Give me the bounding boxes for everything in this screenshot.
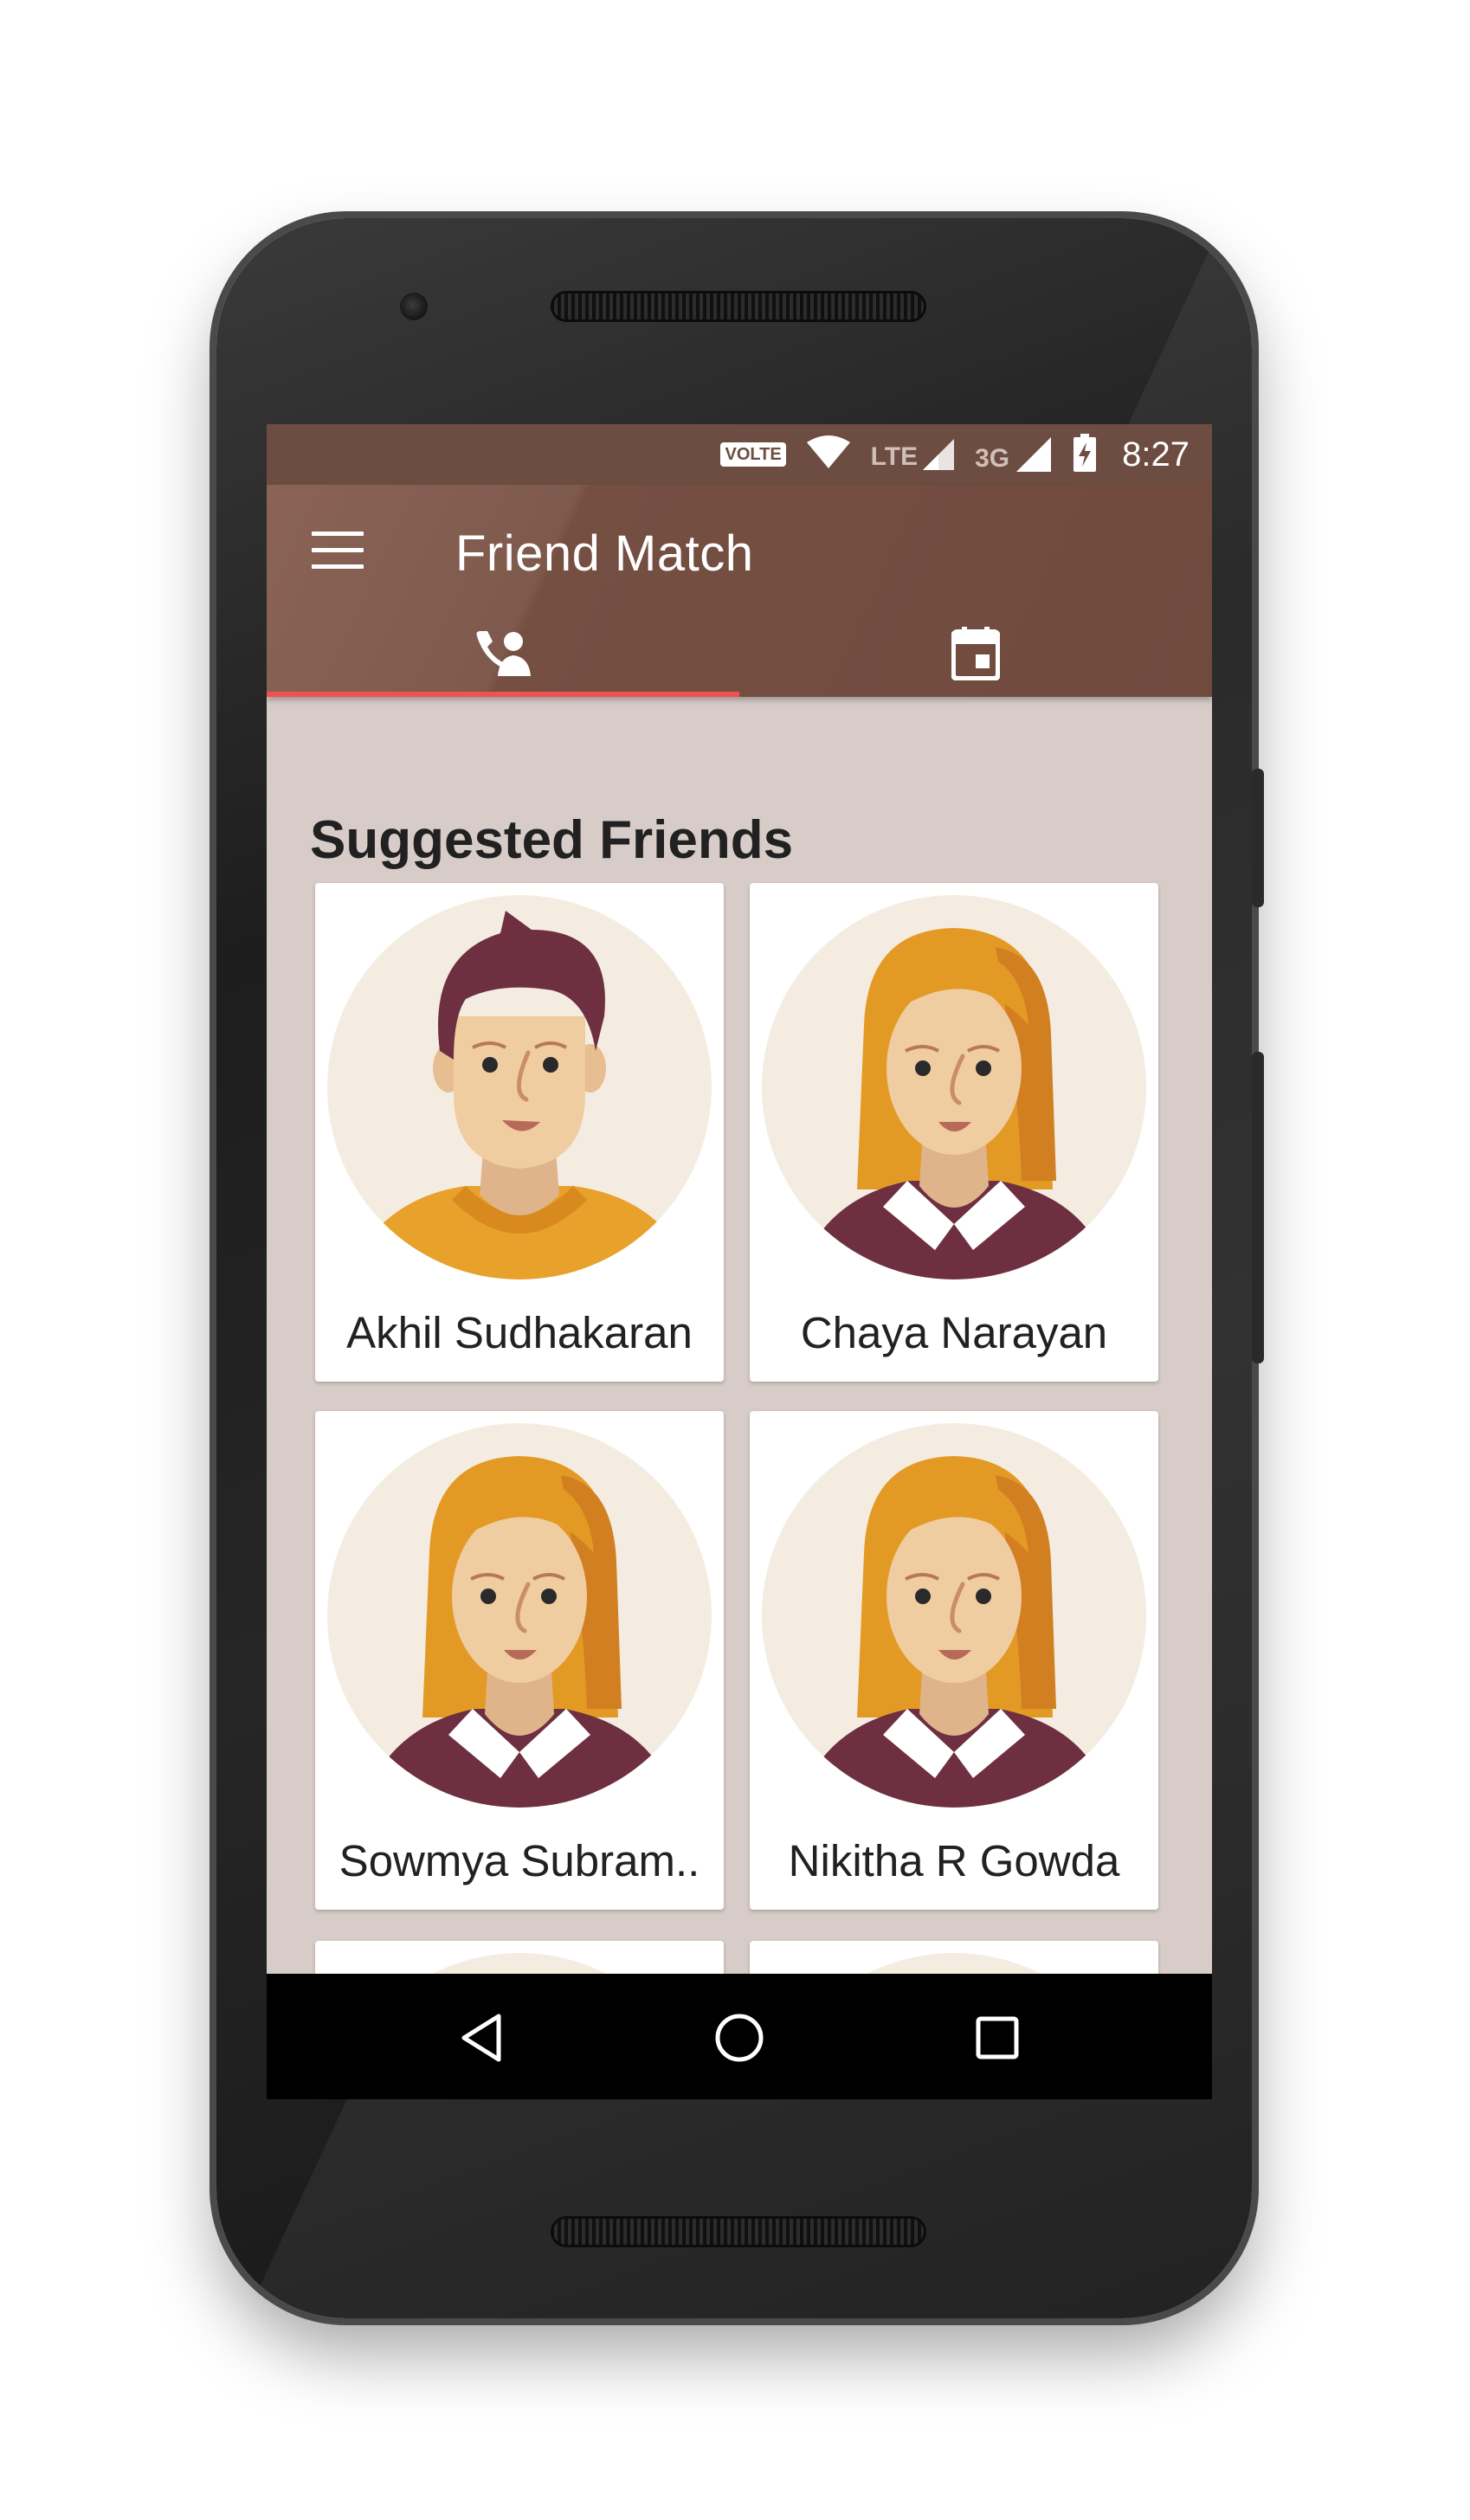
- app-bar: Friend Match: [267, 485, 1212, 697]
- status-bar: VOLTE LTE 3G 8:27: [267, 424, 1212, 485]
- 3g-signal-icon: 3G: [975, 435, 1053, 474]
- friend-name: Nikitha R Gowda: [788, 1836, 1120, 1885]
- recents-button[interactable]: [963, 2005, 1032, 2074]
- female-avatar-icon: [762, 1423, 1146, 1808]
- contact-phone-icon: [474, 629, 532, 682]
- battery-charging-icon: [1072, 433, 1098, 476]
- section-title: Suggested Friends: [310, 810, 794, 870]
- home-icon: [713, 2012, 765, 2068]
- lte-signal-icon: LTE: [871, 437, 956, 472]
- volume-button: [1252, 1052, 1264, 1363]
- wifi-icon: [805, 435, 852, 474]
- bottom-speaker: [551, 2216, 926, 2247]
- earpiece-speaker: [551, 291, 926, 322]
- status-time: 8:27: [1122, 435, 1190, 474]
- home-button[interactable]: [705, 2005, 774, 2074]
- female-avatar-icon: [327, 1423, 712, 1808]
- friend-card[interactable]: Akhil Sudhakaran: [315, 883, 724, 1382]
- app-title: Friend Match: [455, 525, 754, 582]
- female-avatar-icon: [762, 895, 1146, 1279]
- male-avatar-icon: [327, 895, 712, 1279]
- calendar-icon: [951, 627, 1001, 685]
- tab-contacts[interactable]: [267, 615, 739, 697]
- front-camera: [400, 293, 428, 320]
- friend-name: Chaya Narayan: [800, 1308, 1108, 1357]
- friend-card[interactable]: Nikitha R Gowda: [750, 1411, 1158, 1910]
- volte-badge: VOLTE: [720, 442, 786, 467]
- tab-indicator: [267, 692, 739, 697]
- friend-name: Akhil Sudhakaran: [346, 1308, 693, 1357]
- back-icon: [459, 2013, 504, 2067]
- phone-screen: VOLTE LTE 3G 8:27 Friend Match Suggested…: [267, 424, 1212, 2099]
- menu-icon[interactable]: [312, 532, 364, 571]
- navigation-bar: [267, 1974, 1212, 2099]
- friend-card[interactable]: Chaya Narayan: [750, 883, 1158, 1382]
- friend-card[interactable]: Sowmya Subram..: [315, 1411, 724, 1910]
- recents-icon: [975, 2015, 1020, 2065]
- tab-calendar[interactable]: [739, 615, 1212, 697]
- lte-label: LTE: [870, 442, 919, 471]
- friend-name: Sowmya Subram..: [338, 1836, 700, 1885]
- back-button[interactable]: [447, 2005, 516, 2074]
- power-button: [1252, 769, 1264, 907]
- 3g-label: 3G: [975, 444, 1010, 473]
